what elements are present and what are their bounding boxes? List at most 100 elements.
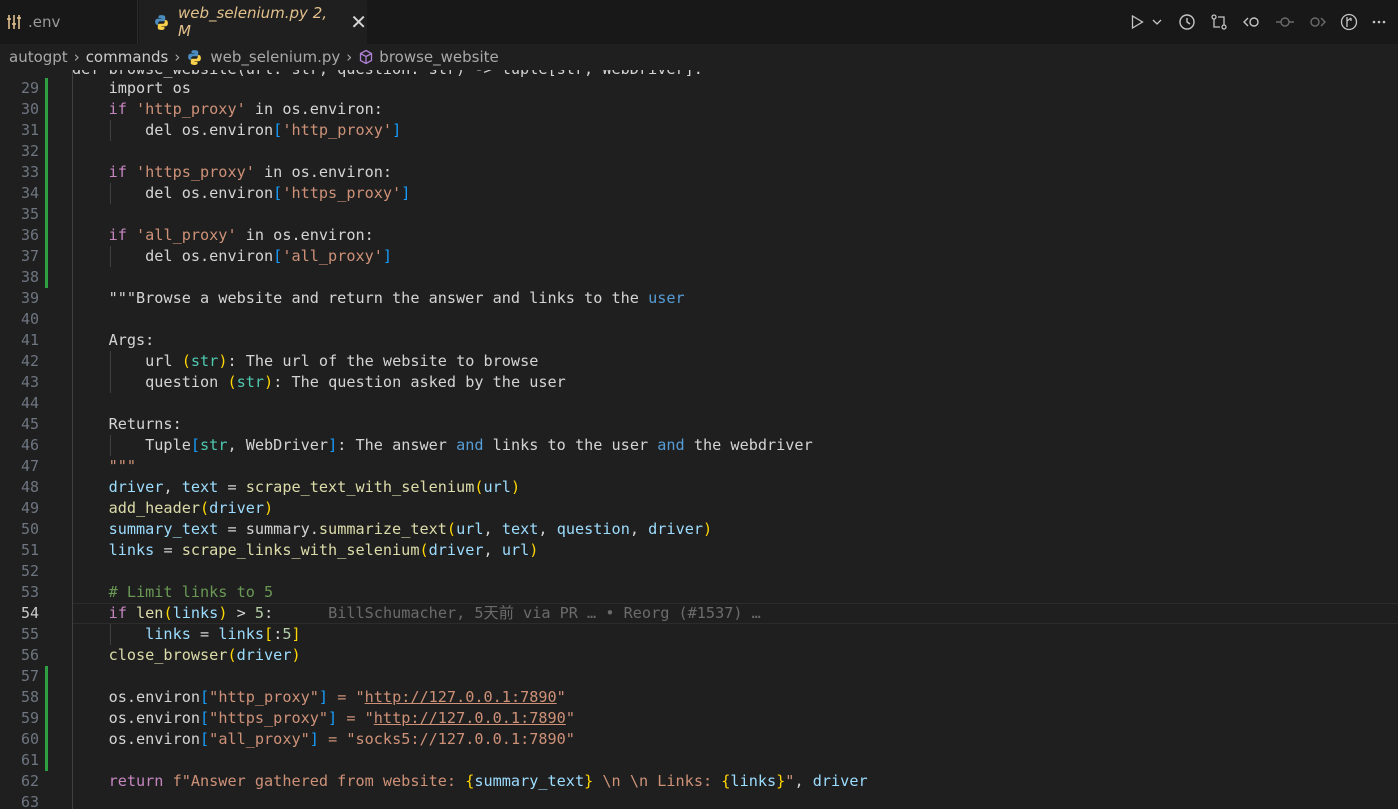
code-line: 47 """ — [0, 456, 1398, 477]
code-token: \n \n Links: — [593, 772, 722, 790]
code-token: if — [72, 226, 137, 244]
code-line: 57 — [0, 666, 1398, 687]
history-icon[interactable] — [1175, 0, 1199, 44]
line-number: 34 — [20, 184, 39, 202]
code-token: driver — [72, 478, 164, 496]
code-token: ( — [163, 604, 173, 622]
line-number: 61 — [20, 751, 39, 769]
line-number: 37 — [20, 247, 39, 265]
code-token: links to the user — [483, 436, 658, 454]
chevron-down-icon[interactable] — [1150, 0, 1164, 44]
code-token: in os.environ: — [245, 100, 383, 118]
modified-gutter-marker[interactable] — [45, 162, 48, 183]
code-line: 31 del os.environ['http_proxy'] — [0, 120, 1398, 141]
breadcrumb-item-commands[interactable]: commands — [86, 48, 169, 66]
close-icon[interactable]: ✕ — [350, 12, 367, 32]
code-text: del os.environ['all_proxy'] — [72, 246, 392, 267]
code-token: BillSchumacher, 5天前 via PR … • Reorg (#1… — [273, 604, 761, 622]
code-text: driver, text = scrape_text_with_selenium… — [72, 477, 521, 498]
code-token: : The answer — [337, 436, 457, 454]
code-token: = — [154, 541, 182, 559]
indent-guide — [72, 70, 73, 809]
run-icon[interactable] — [1126, 0, 1148, 44]
code-token: ( — [474, 478, 484, 496]
code-text: Tuple[str, WebDriver]: The answer and li… — [72, 435, 813, 456]
commit-icon[interactable] — [1273, 0, 1297, 44]
code-token: ( — [446, 520, 457, 538]
code-line: 62 return f"Answer gathered from website… — [0, 771, 1398, 792]
code-text: """Browse a website and return the answe… — [72, 288, 685, 309]
modified-gutter-marker[interactable] — [45, 708, 48, 729]
indent-guide — [110, 351, 111, 393]
modified-gutter-marker[interactable] — [45, 729, 48, 750]
go-forward-icon[interactable] — [1305, 0, 1329, 44]
code-line: 51 links = scrape_links_with_selenium(dr… — [0, 540, 1398, 561]
line-number: 49 — [20, 499, 39, 517]
code-text: close_browser(driver) — [72, 645, 301, 666]
code-editor[interactable]: def browse_website(url: str, question: s… — [0, 70, 1398, 809]
code-token: Tuple — [72, 436, 191, 454]
code-token: 'all_proxy' — [282, 247, 383, 265]
code-token: the webdriver — [684, 436, 813, 454]
code-token: if — [72, 100, 137, 118]
code-line: 30 if 'http_proxy' in os.environ: — [0, 99, 1398, 120]
modified-gutter-marker[interactable] — [45, 78, 48, 99]
tab-web-selenium[interactable]: web_selenium.py 2, M ✕ — [139, 0, 367, 44]
code-line: 58 os.environ["http_proxy"] = "http://12… — [0, 687, 1398, 708]
modified-gutter-marker[interactable] — [45, 666, 48, 687]
code-token: , — [483, 520, 502, 538]
code-token: , WebDriver — [227, 436, 329, 454]
line-number: 39 — [20, 289, 39, 307]
modified-gutter-marker[interactable] — [45, 99, 48, 120]
code-line: 45 Returns: — [0, 414, 1398, 435]
breadcrumb-item-file[interactable]: web_selenium.py — [210, 48, 340, 66]
modified-gutter-marker[interactable] — [45, 141, 48, 162]
more-icon[interactable] — [1368, 0, 1390, 44]
compare-changes-icon[interactable] — [1207, 0, 1231, 44]
code-token: close_browser — [72, 646, 228, 664]
code-token: 'https_proxy' — [136, 163, 255, 181]
modified-gutter-marker[interactable] — [45, 120, 48, 141]
modified-gutter-marker[interactable] — [45, 204, 48, 225]
code-line: 38 — [0, 267, 1398, 288]
code-token: ) — [291, 646, 301, 664]
code-token: ( — [227, 373, 237, 391]
code-text: os.environ["all_proxy"] = "socks5://127.… — [72, 729, 575, 750]
code-token: and — [456, 436, 484, 454]
code-line: 59 os.environ["https_proxy"] = "http://1… — [0, 708, 1398, 729]
modified-gutter-marker[interactable] — [45, 750, 48, 771]
breadcrumb-item-autogpt[interactable]: autogpt — [9, 48, 68, 66]
code-text: if len(links) > 5: BillSchumacher, 5天前 v… — [72, 603, 761, 624]
code-token: Returns: — [72, 415, 182, 433]
code-text: summary_text = summary.summarize_text(ur… — [72, 519, 713, 540]
line-number: 56 — [20, 646, 39, 664]
modified-gutter-marker[interactable] — [45, 183, 48, 204]
code-line: 55 links = links[:5] — [0, 624, 1398, 645]
modified-gutter-marker[interactable] — [45, 246, 48, 267]
code-text: return f"Answer gathered from website: {… — [72, 771, 868, 792]
modified-gutter-marker[interactable] — [45, 267, 48, 288]
code-line: 61 — [0, 750, 1398, 771]
git-graph-icon[interactable] — [1337, 0, 1361, 44]
indent-guide — [110, 624, 111, 645]
code-token: user — [648, 289, 685, 307]
chevron-right-icon: › — [73, 48, 80, 66]
code-line: 33 if 'https_proxy' in os.environ: — [0, 162, 1398, 183]
tab-env[interactable]: .env — [0, 0, 138, 44]
code-text: del os.environ['http_proxy'] — [72, 120, 401, 141]
code-token: in os.environ: — [254, 163, 393, 181]
indent-guide — [110, 435, 111, 456]
line-number: 40 — [20, 310, 39, 328]
code-token: " — [556, 688, 566, 706]
breadcrumb-item-symbol[interactable]: browse_website — [379, 48, 498, 66]
code-token: links — [218, 625, 265, 643]
python-icon — [186, 49, 203, 66]
code-token: = summary. — [218, 520, 319, 538]
modified-gutter-marker[interactable] — [45, 225, 48, 246]
go-back-icon[interactable] — [1240, 0, 1264, 44]
modified-gutter-marker[interactable] — [45, 687, 48, 708]
code-token: ] — [382, 247, 393, 265]
chevron-right-icon: › — [174, 48, 181, 66]
code-token: [ — [273, 184, 283, 202]
